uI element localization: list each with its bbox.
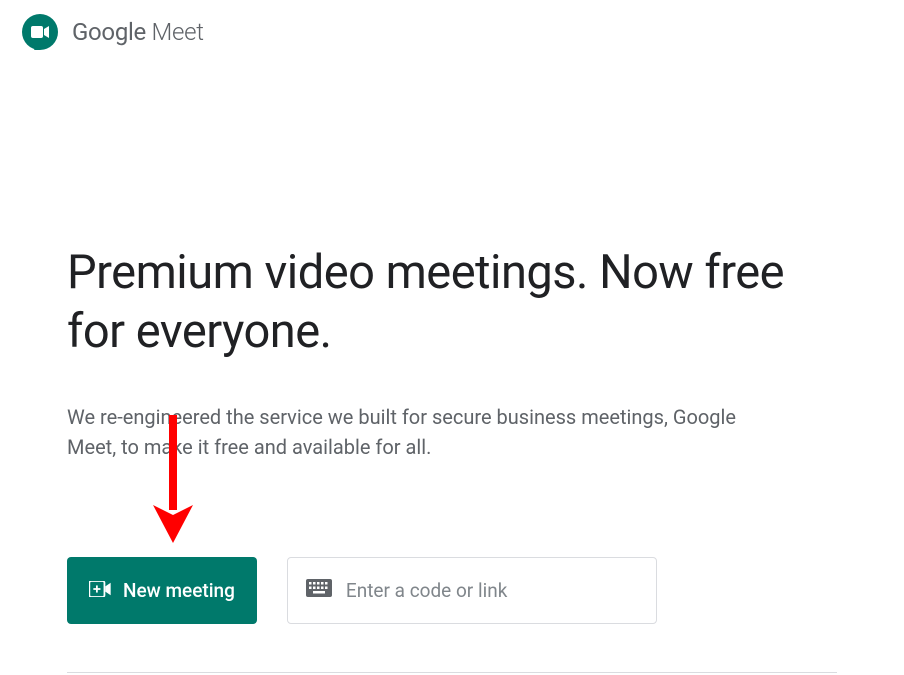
keyboard-icon bbox=[306, 579, 332, 601]
video-plus-icon bbox=[89, 579, 111, 602]
header: Google Meet bbox=[0, 0, 904, 64]
meet-logo-icon bbox=[20, 12, 60, 52]
code-input-wrapper[interactable] bbox=[287, 557, 657, 624]
brand-meet-text: Meet bbox=[146, 18, 204, 46]
action-row: New meeting bbox=[67, 557, 837, 624]
page-subtext: We re-engineered the service we built fo… bbox=[67, 402, 767, 462]
main-content: Premium video meetings. Now free for eve… bbox=[0, 64, 904, 673]
brand-google-text: Google bbox=[72, 18, 146, 46]
divider bbox=[67, 672, 837, 673]
new-meeting-button[interactable]: New meeting bbox=[67, 557, 257, 624]
brand-text: Google Meet bbox=[72, 18, 204, 46]
page-headline: Premium video meetings. Now free for eve… bbox=[67, 244, 837, 362]
new-meeting-label: New meeting bbox=[123, 579, 235, 602]
code-input[interactable] bbox=[346, 579, 638, 602]
